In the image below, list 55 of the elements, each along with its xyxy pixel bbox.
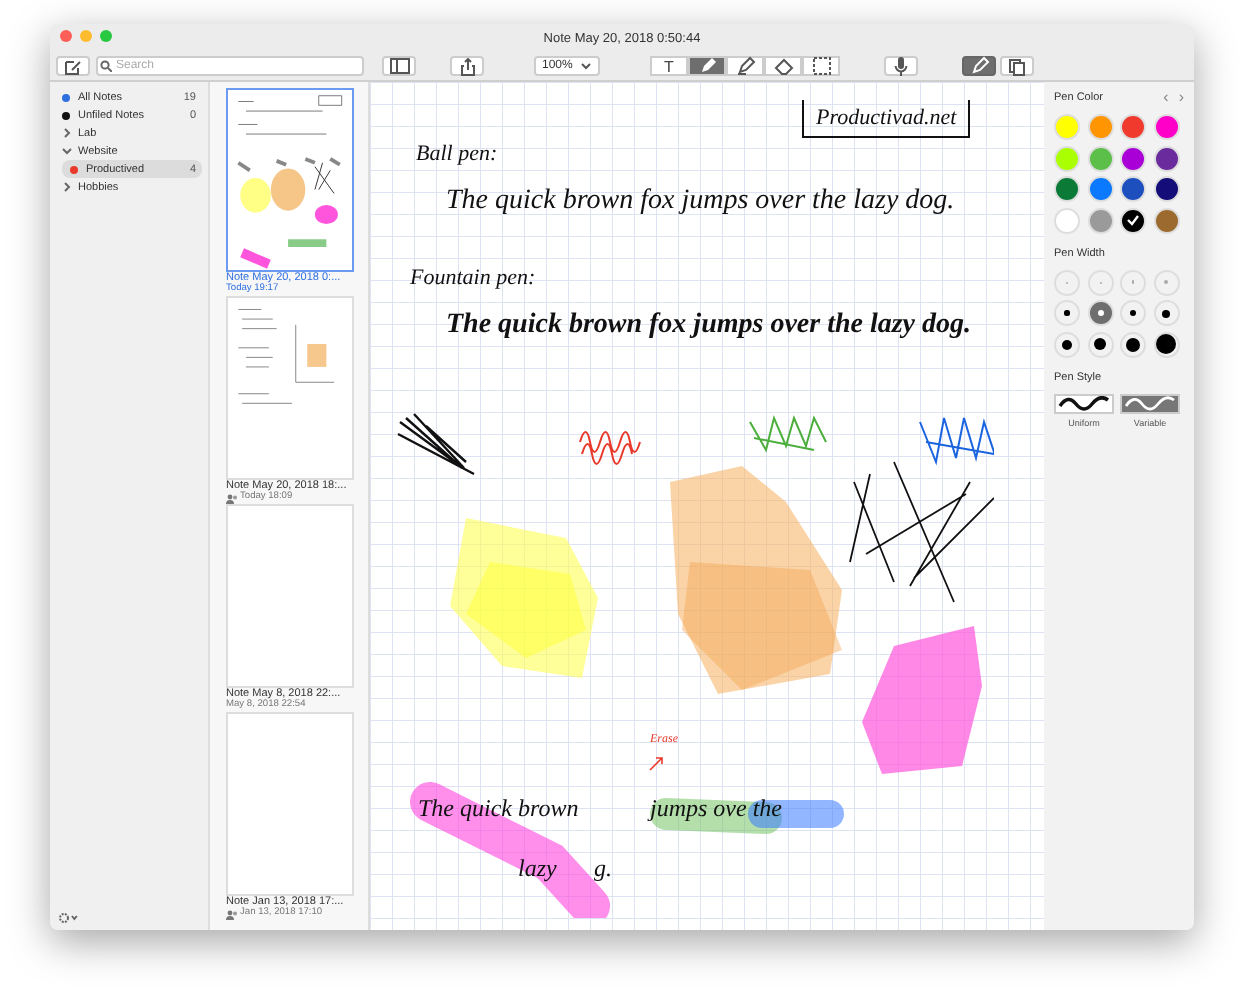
color-swatch[interactable] — [1120, 114, 1146, 140]
search-icon — [100, 60, 112, 72]
pen-tool[interactable] — [688, 56, 726, 76]
pen-width-option[interactable] — [1054, 331, 1080, 357]
color-swatch[interactable] — [1153, 176, 1179, 202]
color-swatch[interactable] — [1087, 114, 1113, 140]
pen-icon — [697, 56, 717, 76]
color-swatch[interactable] — [1120, 207, 1146, 233]
new-note-button[interactable] — [56, 56, 90, 76]
copy-button[interactable] — [1000, 56, 1034, 76]
gear-icon[interactable] — [58, 912, 78, 924]
color-swatch[interactable] — [1120, 145, 1146, 171]
color-swatch[interactable] — [1087, 145, 1113, 171]
people-icon — [226, 493, 238, 503]
handwritten-text: g. — [594, 854, 612, 884]
handwritten-text: jumps ove the — [650, 794, 782, 824]
color-swatch[interactable] — [1120, 176, 1146, 202]
color-swatch[interactable] — [1087, 176, 1113, 202]
handwritten-text: The quick brown fox jumps over the lazy dog. — [446, 310, 972, 342]
eraser-tool[interactable] — [764, 56, 802, 76]
pen-width-option[interactable] — [1153, 331, 1179, 357]
handwritten-text: Ball pen: — [416, 142, 498, 166]
pen-width-option[interactable] — [1153, 300, 1179, 326]
pen-mode-button[interactable] — [962, 56, 996, 76]
handwritten-text: Productivad.net — [802, 100, 971, 138]
people-icon — [226, 909, 238, 919]
color-swatch[interactable] — [1054, 145, 1080, 171]
color-swatch[interactable] — [1054, 176, 1080, 202]
close-button[interactable] — [60, 30, 72, 42]
pen-width-option[interactable] — [1120, 300, 1146, 326]
eraser-icon — [773, 56, 793, 76]
pen-width-option[interactable] — [1087, 331, 1113, 357]
highlighter-icon — [735, 56, 755, 76]
chevron-down-icon — [580, 62, 592, 70]
lasso-tool[interactable] — [802, 56, 840, 76]
share-button[interactable] — [450, 56, 484, 76]
highlighter-tool[interactable] — [726, 56, 764, 76]
handwritten-text: Fountain pen: — [410, 266, 536, 290]
text-tool[interactable]: T — [650, 56, 688, 76]
selection-icon — [811, 56, 831, 76]
pen-style-option[interactable] — [1054, 393, 1114, 413]
pen-width-option[interactable] — [1120, 331, 1146, 357]
handwritten-text: The quick brown — [418, 794, 579, 824]
checkmark-icon — [1126, 214, 1140, 226]
color-swatch[interactable] — [1054, 207, 1080, 233]
color-swatch[interactable] — [1153, 145, 1179, 171]
microphone-button[interactable] — [884, 56, 918, 76]
color-swatch[interactable] — [1087, 207, 1113, 233]
color-swatch[interactable] — [1153, 207, 1179, 233]
pen-width-option[interactable] — [1054, 300, 1080, 326]
handwritten-text: lazy — [518, 854, 557, 884]
color-swatch[interactable] — [1054, 114, 1080, 140]
handwritten-text: The quick brown fox jumps over the lazy dog. — [446, 186, 955, 218]
color-swatch[interactable] — [1153, 114, 1179, 140]
sidebar-toggle-button[interactable] — [382, 56, 416, 76]
